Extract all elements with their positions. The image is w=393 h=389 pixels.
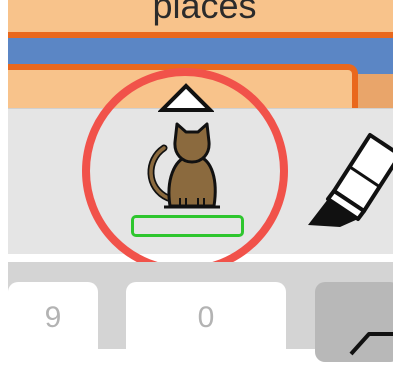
folder-tab-shadow (355, 74, 393, 110)
highlight-ring (82, 68, 288, 274)
key-0[interactable]: 0 (126, 282, 286, 362)
eraser-icon[interactable] (300, 115, 393, 240)
delete-key-icon (349, 332, 393, 356)
folder-tab-places[interactable]: places (8, 0, 393, 38)
key-9[interactable]: 9 (8, 282, 98, 362)
folder-title: places (152, 0, 257, 26)
delete-key[interactable] (315, 282, 393, 362)
